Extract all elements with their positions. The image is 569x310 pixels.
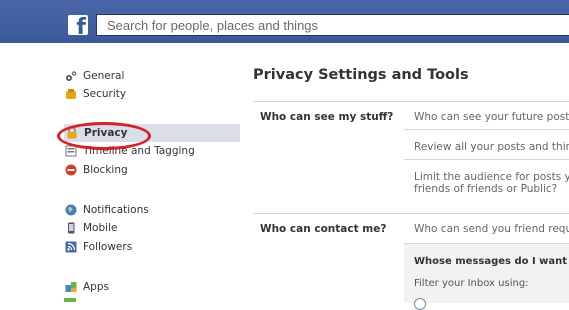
sidebar-item-label: Security: [83, 88, 127, 100]
top-navigation-bar: f Search for people, places and things: [0, 0, 569, 44]
divider: [253, 213, 569, 214]
globe-icon: [65, 204, 77, 216]
sidebar-item-label: Followers: [83, 241, 133, 253]
gears-icon: [66, 71, 77, 81]
divider: [253, 101, 569, 102]
section-label-contact-me: Who can contact me?: [260, 223, 387, 235]
partial-icon: [64, 298, 76, 302]
divider: [404, 129, 569, 130]
messages-filter-text: Filter your Inbox using:: [414, 278, 529, 289]
sidebar-item-label: Apps: [83, 281, 109, 293]
sidebar-item-label: Blocking: [83, 164, 128, 176]
option-friend-requests[interactable]: Who can send you friend reques: [414, 223, 569, 235]
block-icon: [65, 164, 77, 176]
apps-icon: [65, 282, 77, 292]
filter-radio[interactable]: [414, 298, 426, 310]
badge-icon: [66, 89, 76, 99]
sidebar-item-blocking[interactable]: Blocking: [63, 161, 240, 179]
messages-filter-box: Whose messages do I want filt Filter you…: [404, 243, 569, 310]
option-limit-audience-cont[interactable]: friends of friends or Public?: [414, 183, 557, 195]
section-label-see-my-stuff: Who can see my stuff?: [260, 111, 394, 123]
facebook-logo-letter: f: [76, 15, 86, 36]
rss-icon: [65, 241, 77, 253]
sidebar-item-label: General: [83, 70, 125, 82]
page-title: Privacy Settings and Tools: [253, 67, 469, 83]
divider: [404, 159, 569, 160]
sidebar-item-security[interactable]: Security: [63, 85, 240, 103]
option-future-posts[interactable]: Who can see your future posts?: [414, 111, 569, 123]
option-review-posts[interactable]: Review all your posts and things: [414, 141, 569, 153]
sidebar-item-general[interactable]: General: [63, 67, 240, 85]
annotation-circle: [57, 122, 151, 150]
phone-icon: [68, 222, 75, 234]
main-content: Privacy Settings and Tools Who can see m…: [240, 43, 569, 310]
messages-filter-title: Whose messages do I want filt: [414, 256, 569, 267]
option-limit-audience[interactable]: Limit the audience for posts you: [414, 171, 569, 183]
sidebar-item-mobile[interactable]: Mobile: [63, 219, 240, 237]
facebook-logo[interactable]: f: [68, 15, 88, 35]
sidebar-item-label: Notifications: [83, 204, 149, 216]
sidebar-item-label: Mobile: [83, 222, 118, 234]
sidebar-item-followers[interactable]: Followers: [63, 238, 240, 256]
search-input[interactable]: Search for people, places and things: [96, 14, 569, 36]
settings-sidebar: General Security Privacy Timeline and Ta…: [0, 43, 241, 302]
sidebar-item-notifications[interactable]: Notifications: [63, 201, 240, 219]
sidebar-item-apps[interactable]: Apps: [63, 278, 240, 296]
